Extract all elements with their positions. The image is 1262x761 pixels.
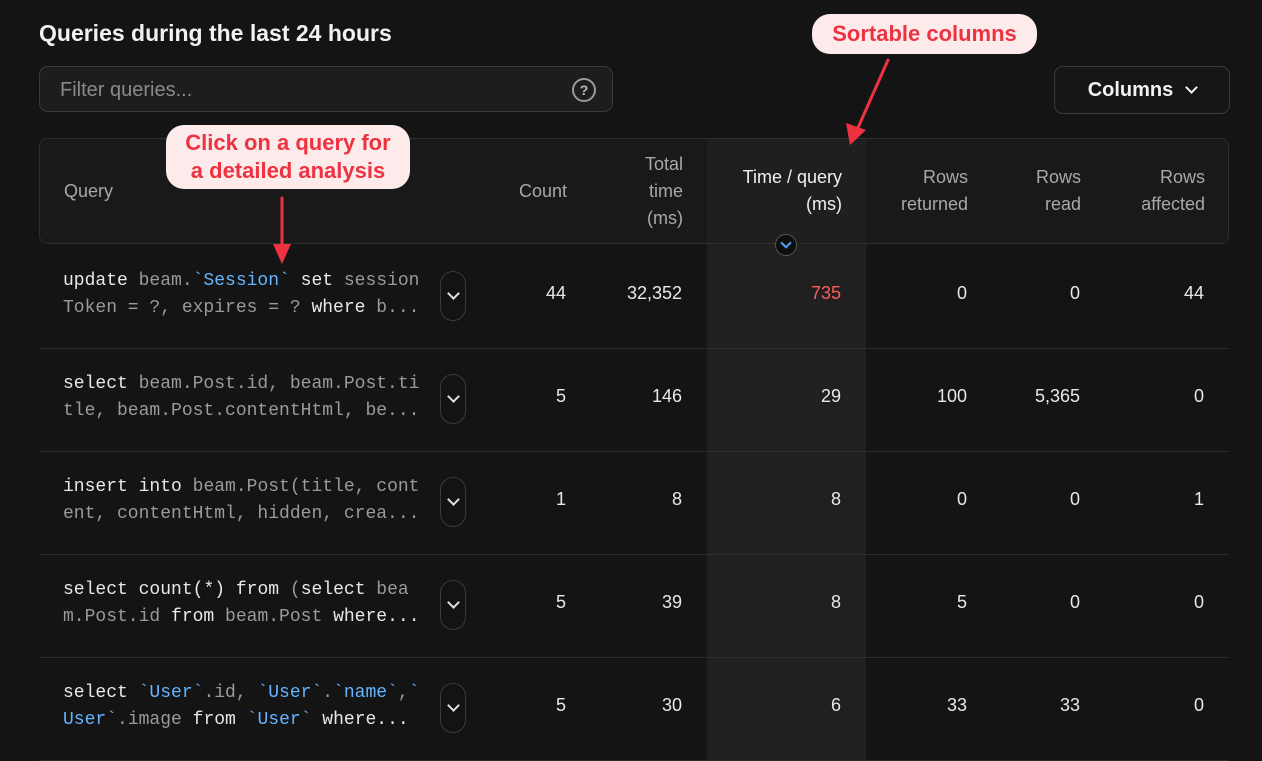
arrow-sortable-head: [846, 123, 866, 145]
arrow-click-query-head: [273, 244, 291, 264]
annotation-arrows: [273, 58, 890, 264]
arrow-sortable-shaft: [855, 58, 890, 132]
